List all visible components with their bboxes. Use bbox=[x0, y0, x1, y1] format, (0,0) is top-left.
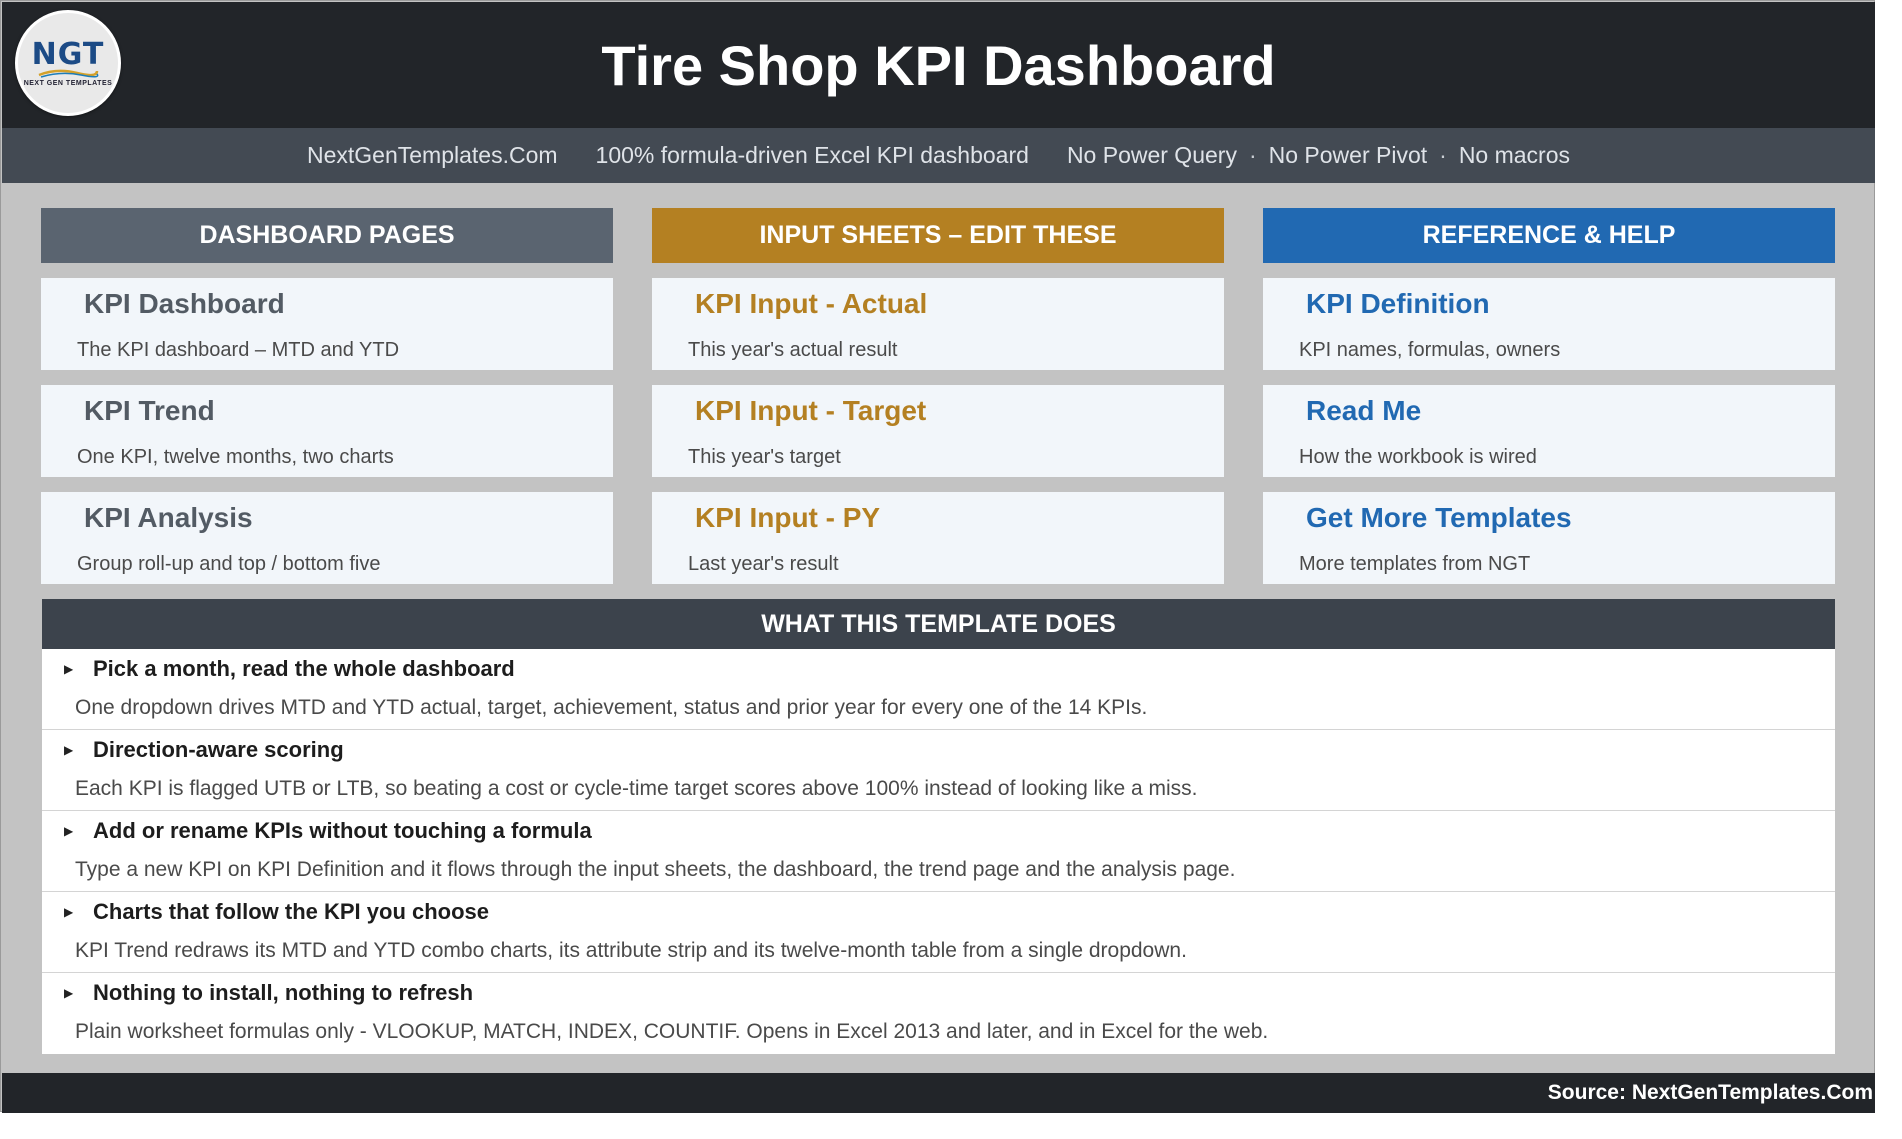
feature-title: Pick a month, read the whole dashboard bbox=[93, 656, 515, 681]
logo-text: NGT bbox=[31, 36, 105, 72]
card-title: KPI Analysis bbox=[84, 502, 253, 533]
feature-description: Each KPI is flagged UTB or LTB, so beati… bbox=[75, 777, 1198, 800]
card-description: The KPI dashboard – MTD and YTD bbox=[77, 339, 400, 361]
card-description: Last year's result bbox=[688, 553, 839, 575]
input-sheets-heading: INPUT SHEETS – EDIT THESE bbox=[652, 208, 1224, 263]
card-description: This year's actual result bbox=[688, 339, 898, 361]
dashboard-frame: Tire Shop KPI Dashboard NGT NEXT GEN TEM… bbox=[0, 0, 1875, 1113]
card-kpi-definition[interactable]: KPI Definition KPI names, formulas, owne… bbox=[1263, 278, 1835, 370]
card-get-more-templates[interactable]: Get More Templates More templates from N… bbox=[1263, 492, 1835, 584]
triangle-right-icon: ▶ bbox=[64, 743, 74, 757]
feature-description: Plain worksheet formulas only - VLOOKUP,… bbox=[75, 1020, 1269, 1043]
triangle-right-icon: ▶ bbox=[64, 662, 74, 676]
flag-no-power-pivot: No Power Pivot bbox=[1268, 142, 1428, 168]
card-kpi-trend[interactable]: KPI Trend One KPI, twelve months, two ch… bbox=[41, 385, 613, 477]
feature-title: Direction-aware scoring bbox=[93, 737, 344, 762]
card-kpi-dashboard[interactable]: KPI Dashboard The KPI dashboard – MTD an… bbox=[41, 278, 613, 370]
card-description: Group roll-up and top / bottom five bbox=[77, 553, 381, 575]
feature-title: Add or rename KPIs without touching a fo… bbox=[93, 818, 592, 843]
dashboard-pages-heading: DASHBOARD PAGES bbox=[41, 208, 613, 263]
ngt-logo: NGT NEXT GEN TEMPLATES bbox=[15, 10, 121, 116]
tagline: 100% formula-driven Excel KPI dashboard bbox=[595, 142, 1029, 168]
feature-item: ▶ Nothing to install, nothing to refresh… bbox=[42, 973, 1835, 1054]
feature-description: Type a new KPI on KPI Definition and it … bbox=[75, 858, 1236, 881]
feature-title: Nothing to install, nothing to refresh bbox=[93, 980, 474, 1005]
footer-bar: Source: NextGenTemplates.Com bbox=[2, 1073, 1875, 1113]
flag-no-macros: No macros bbox=[1458, 142, 1571, 168]
flag-no-power-query: No Power Query bbox=[1066, 142, 1237, 168]
triangle-right-icon: ▶ bbox=[64, 986, 74, 1000]
card-kpi-input-target[interactable]: KPI Input - Target This year's target bbox=[652, 385, 1224, 477]
feature-item: ▶ Add or rename KPIs without touching a … bbox=[42, 811, 1835, 892]
feature-list: ▶ Pick a month, read the whole dashboard… bbox=[42, 649, 1835, 1054]
card-description: How the workbook is wired bbox=[1299, 446, 1537, 468]
card-description: KPI names, formulas, owners bbox=[1299, 339, 1561, 361]
card-title: KPI Input - Actual bbox=[695, 288, 928, 319]
card-title: KPI Input - PY bbox=[695, 502, 881, 533]
feature-description: One dropdown drives MTD and YTD actual, … bbox=[75, 696, 1148, 719]
feature-description: KPI Trend redraws its MTD and YTD combo … bbox=[75, 939, 1187, 962]
site-link[interactable]: NextGenTemplates.Com bbox=[307, 142, 558, 169]
reference-help-heading: REFERENCE & HELP bbox=[1263, 208, 1835, 263]
what-this-template-does-heading: WHAT THIS TEMPLATE DOES bbox=[42, 599, 1835, 649]
feature-item: ▶ Charts that follow the KPI you choose … bbox=[42, 892, 1835, 973]
card-read-me[interactable]: Read Me How the workbook is wired bbox=[1263, 385, 1835, 477]
triangle-right-icon: ▶ bbox=[64, 905, 74, 919]
card-kpi-analysis[interactable]: KPI Analysis Group roll-up and top / bot… bbox=[41, 492, 613, 584]
card-title: KPI Input - Target bbox=[695, 395, 927, 426]
card-title: Get More Templates bbox=[1306, 502, 1572, 533]
card-title: KPI Definition bbox=[1306, 288, 1490, 319]
card-title: KPI Dashboard bbox=[84, 288, 285, 319]
source-credit: Source: NextGenTemplates.Com bbox=[1547, 1081, 1873, 1104]
separator-dot: · bbox=[1439, 142, 1447, 168]
feature-item: ▶ Pick a month, read the whole dashboard… bbox=[42, 649, 1835, 730]
card-description: One KPI, twelve months, two charts bbox=[77, 446, 394, 468]
title-bar: Tire Shop KPI Dashboard NGT NEXT GEN TEM… bbox=[2, 2, 1875, 128]
separator-dot: · bbox=[1248, 142, 1257, 168]
card-title: KPI Trend bbox=[84, 395, 215, 426]
logo-swoosh-icon bbox=[38, 69, 99, 78]
logo-subtext: NEXT GEN TEMPLATES bbox=[23, 79, 113, 87]
card-description: More templates from NGT bbox=[1299, 553, 1531, 575]
feature-item: ▶ Direction-aware scoring Each KPI is fl… bbox=[42, 730, 1835, 811]
card-kpi-input-actual[interactable]: KPI Input - Actual This year's actual re… bbox=[652, 278, 1224, 370]
card-kpi-input-py[interactable]: KPI Input - PY Last year's result bbox=[652, 492, 1224, 584]
card-title: Read Me bbox=[1306, 395, 1422, 426]
triangle-right-icon: ▶ bbox=[64, 824, 74, 838]
feature-title: Charts that follow the KPI you choose bbox=[93, 899, 490, 924]
subheader-bar: NextGenTemplates.Com 100% formula-driven… bbox=[2, 128, 1875, 183]
page-title: Tire Shop KPI Dashboard bbox=[601, 33, 1276, 97]
card-description: This year's target bbox=[688, 446, 841, 468]
